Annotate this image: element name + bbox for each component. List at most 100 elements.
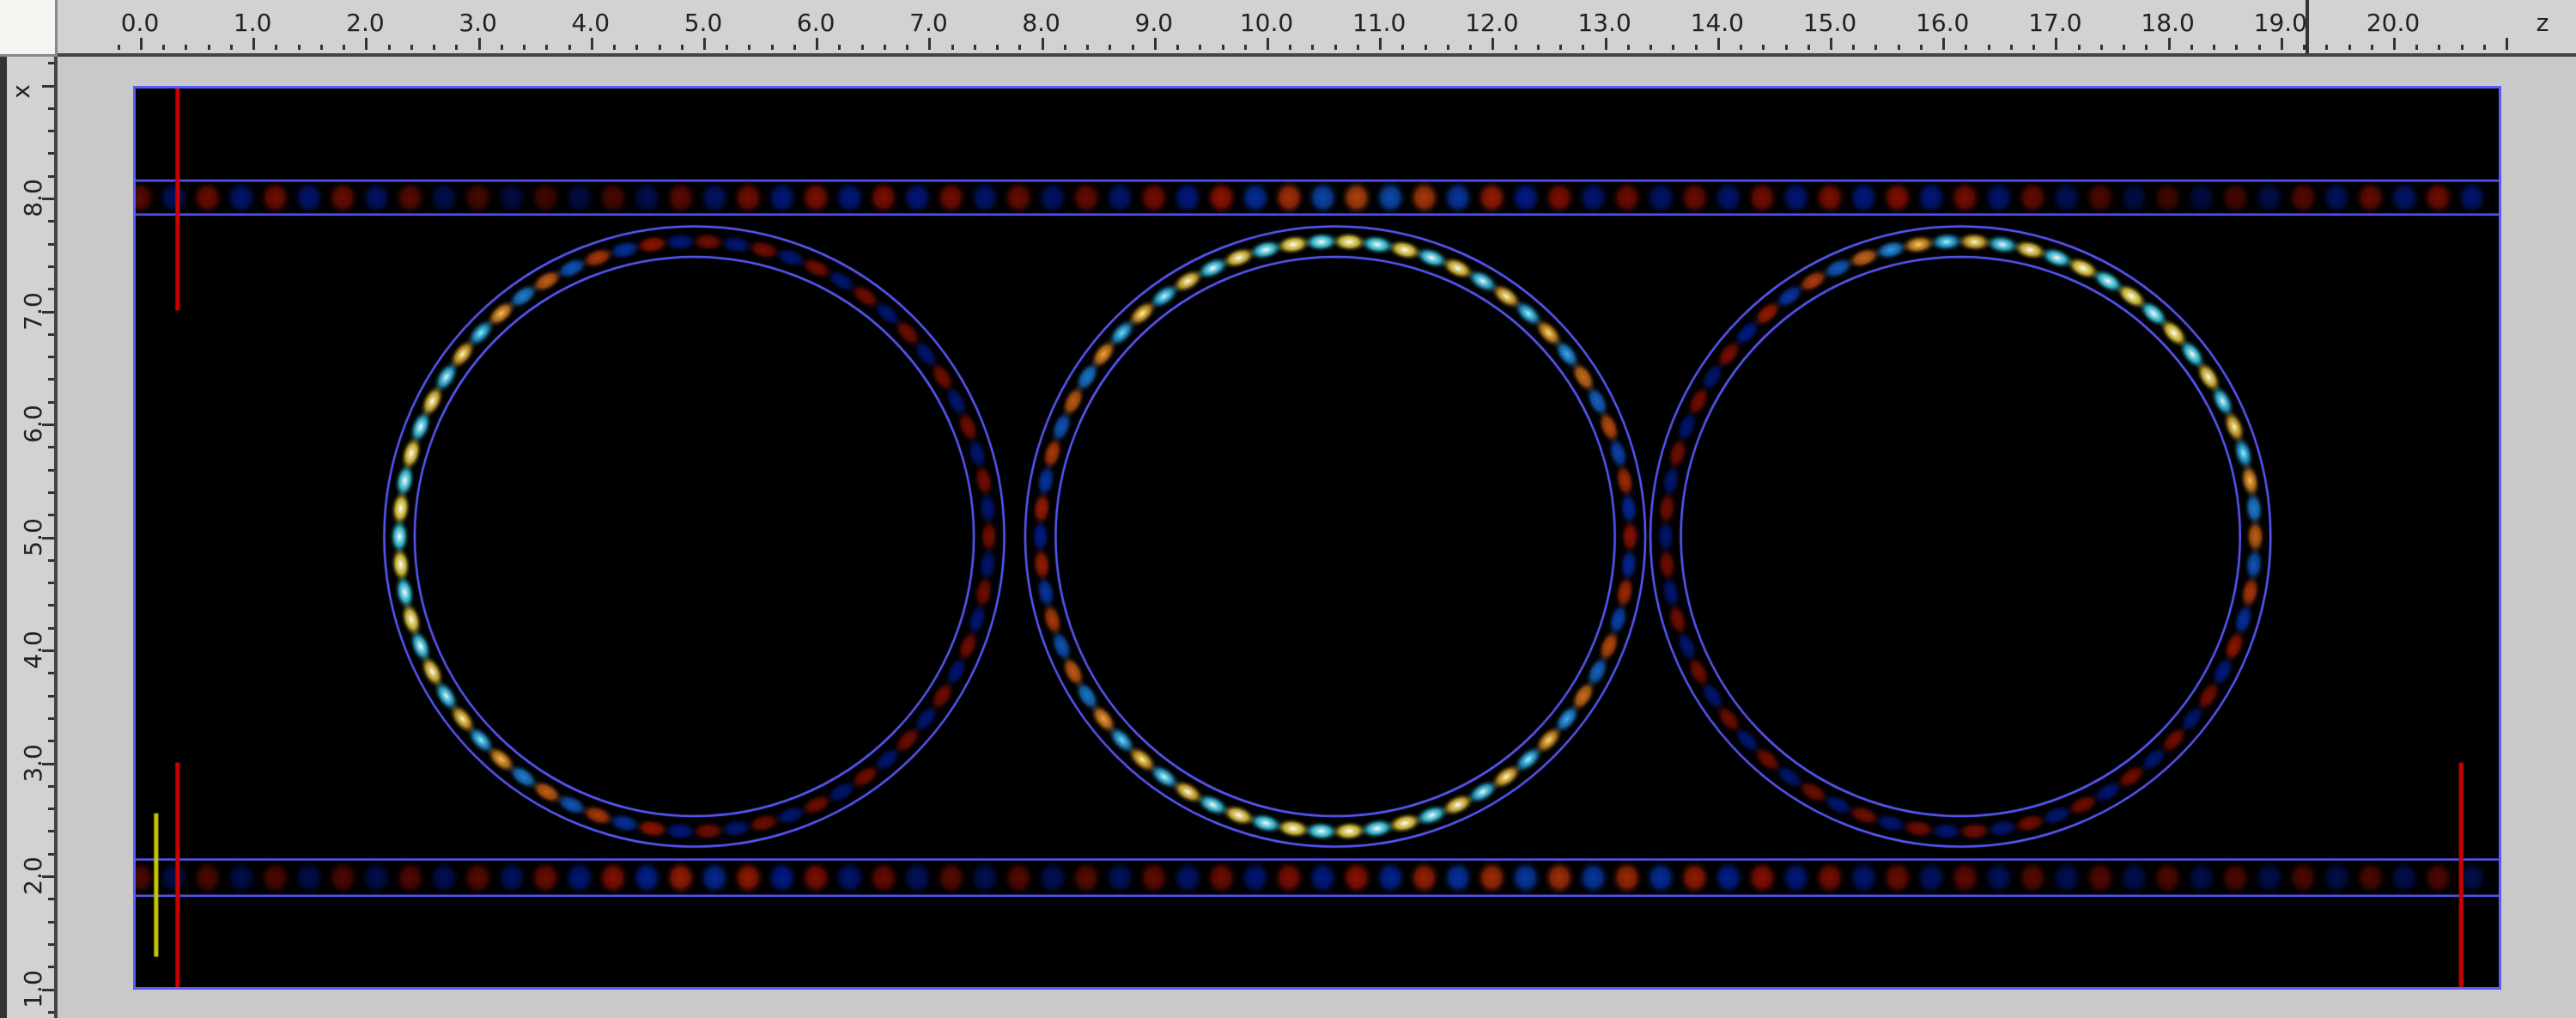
ruler-corner <box>0 0 58 57</box>
ruler-tick <box>613 45 616 50</box>
ruler-tick <box>2258 45 2261 50</box>
ruler-tick <box>1244 45 1247 50</box>
ruler-tick <box>252 38 255 50</box>
z-tick-label: 5.0 <box>684 9 723 37</box>
z-tick-label: 17.0 <box>2028 9 2081 37</box>
ruler-tick <box>1109 45 1111 50</box>
simulation-field-view[interactable] <box>133 86 2501 990</box>
ruler-tick <box>48 853 54 856</box>
ruler-tick <box>48 446 54 448</box>
ruler-tick <box>2145 45 2148 50</box>
ruler-tick <box>48 401 54 404</box>
x-tick-label: 2.0 <box>19 856 47 895</box>
z-tick-label: 20.0 <box>2366 9 2420 37</box>
ruler-tick <box>118 45 120 50</box>
ruler-tick <box>48 943 54 946</box>
ruler-tick <box>1357 45 1359 50</box>
ruler-tick <box>1515 45 1517 50</box>
ruler-tick <box>838 45 841 50</box>
ruler-tick <box>48 785 54 788</box>
ruler-tick <box>659 45 661 50</box>
ruler-tick <box>928 38 931 50</box>
ruler-tick <box>48 175 54 178</box>
x-tick-label: 3.0 <box>19 744 47 783</box>
ruler-tick <box>48 62 54 64</box>
x-tick-label: 5.0 <box>19 518 47 557</box>
ruler-tick <box>48 582 54 584</box>
x-tick-label: 7.0 <box>19 292 47 331</box>
ruler-tick <box>433 45 435 50</box>
ruler-tick <box>343 45 345 50</box>
x-tick-label: 6.0 <box>19 405 47 443</box>
ruler-tick <box>771 45 774 50</box>
ruler-tick <box>2123 45 2125 50</box>
ruler-tick <box>1401 45 1404 50</box>
z-tick-label: 14.0 <box>1691 9 1744 37</box>
x-ruler[interactable]: x 8.07.06.05.04.03.02.01.0 <box>0 57 58 1018</box>
ruler-tick <box>635 45 638 50</box>
ruler-tick <box>1920 45 1923 50</box>
z-tick-label: 1.0 <box>234 9 272 37</box>
ruler-tick <box>523 45 526 50</box>
ruler-tick <box>48 921 54 924</box>
ruler-tick <box>748 45 750 50</box>
x-axis-label: x <box>7 84 35 99</box>
ruler-tick <box>2506 38 2508 50</box>
ruler-tick <box>2055 38 2057 50</box>
ruler-tick <box>996 45 999 50</box>
ruler-tick <box>48 356 54 358</box>
ruler-tick <box>816 38 818 50</box>
ruler-tick <box>1672 45 1674 50</box>
ruler-tick <box>48 288 54 290</box>
ruler-tick <box>1379 38 1382 50</box>
ruler-tick <box>48 152 54 155</box>
ruler-tick <box>2325 45 2328 50</box>
ruler-tick <box>48 1011 54 1014</box>
ruler-tick <box>48 672 54 674</box>
ruler-tick <box>1176 45 1179 50</box>
ruler-tick <box>906 45 908 50</box>
ruler-tick <box>1222 45 1224 50</box>
z-tick-label: 6.0 <box>797 9 835 37</box>
ruler-tick <box>1852 45 1855 50</box>
ruler-tick <box>1334 45 1337 50</box>
ruler-tick <box>1942 38 1945 50</box>
ruler-tick <box>162 45 165 50</box>
ruler-tick <box>48 898 54 900</box>
ruler-tick <box>2438 45 2440 50</box>
ruler-tick <box>1311 45 1314 50</box>
ruler-tick <box>2371 45 2373 50</box>
z-tick-label: 12.0 <box>1465 9 1518 37</box>
ruler-tick <box>2078 45 2081 50</box>
z-axis-label: z <box>2537 9 2549 37</box>
ruler-tick <box>42 85 54 88</box>
ruler-tick <box>48 740 54 742</box>
ruler-tick <box>2100 45 2103 50</box>
z-tick-label: 11.0 <box>1352 9 1406 37</box>
ruler-tick <box>1762 45 1765 50</box>
ruler-tick <box>568 45 571 50</box>
ruler-tick <box>208 45 210 50</box>
z-tick-label: 15.0 <box>1803 9 1856 37</box>
z-ruler[interactable]: z 0.01.02.03.04.05.06.07.08.09.010.011.0… <box>58 0 2576 57</box>
ruler-tick <box>1018 45 1021 50</box>
ruler-tick <box>1627 45 1630 50</box>
ruler-tick <box>2190 45 2193 50</box>
ruler-tick <box>2168 38 2171 50</box>
ruler-tick <box>48 469 54 472</box>
ruler-tick <box>410 45 413 50</box>
x-tick-label: 4.0 <box>19 631 47 669</box>
ruler-tick <box>298 45 301 50</box>
ruler-tick <box>1132 45 1134 50</box>
ruler-tick <box>2348 45 2351 50</box>
ruler-tick <box>48 243 54 246</box>
ruler-tick <box>185 45 187 50</box>
ruler-tick <box>48 830 54 832</box>
ruler-tick <box>48 265 54 268</box>
ruler-tick <box>793 45 796 50</box>
ruler-tick <box>1830 38 1832 50</box>
ruler-tick <box>1537 45 1540 50</box>
ruler-tick <box>703 38 706 50</box>
ruler-tick <box>2461 45 2464 50</box>
ruler-tick <box>1965 45 1967 50</box>
